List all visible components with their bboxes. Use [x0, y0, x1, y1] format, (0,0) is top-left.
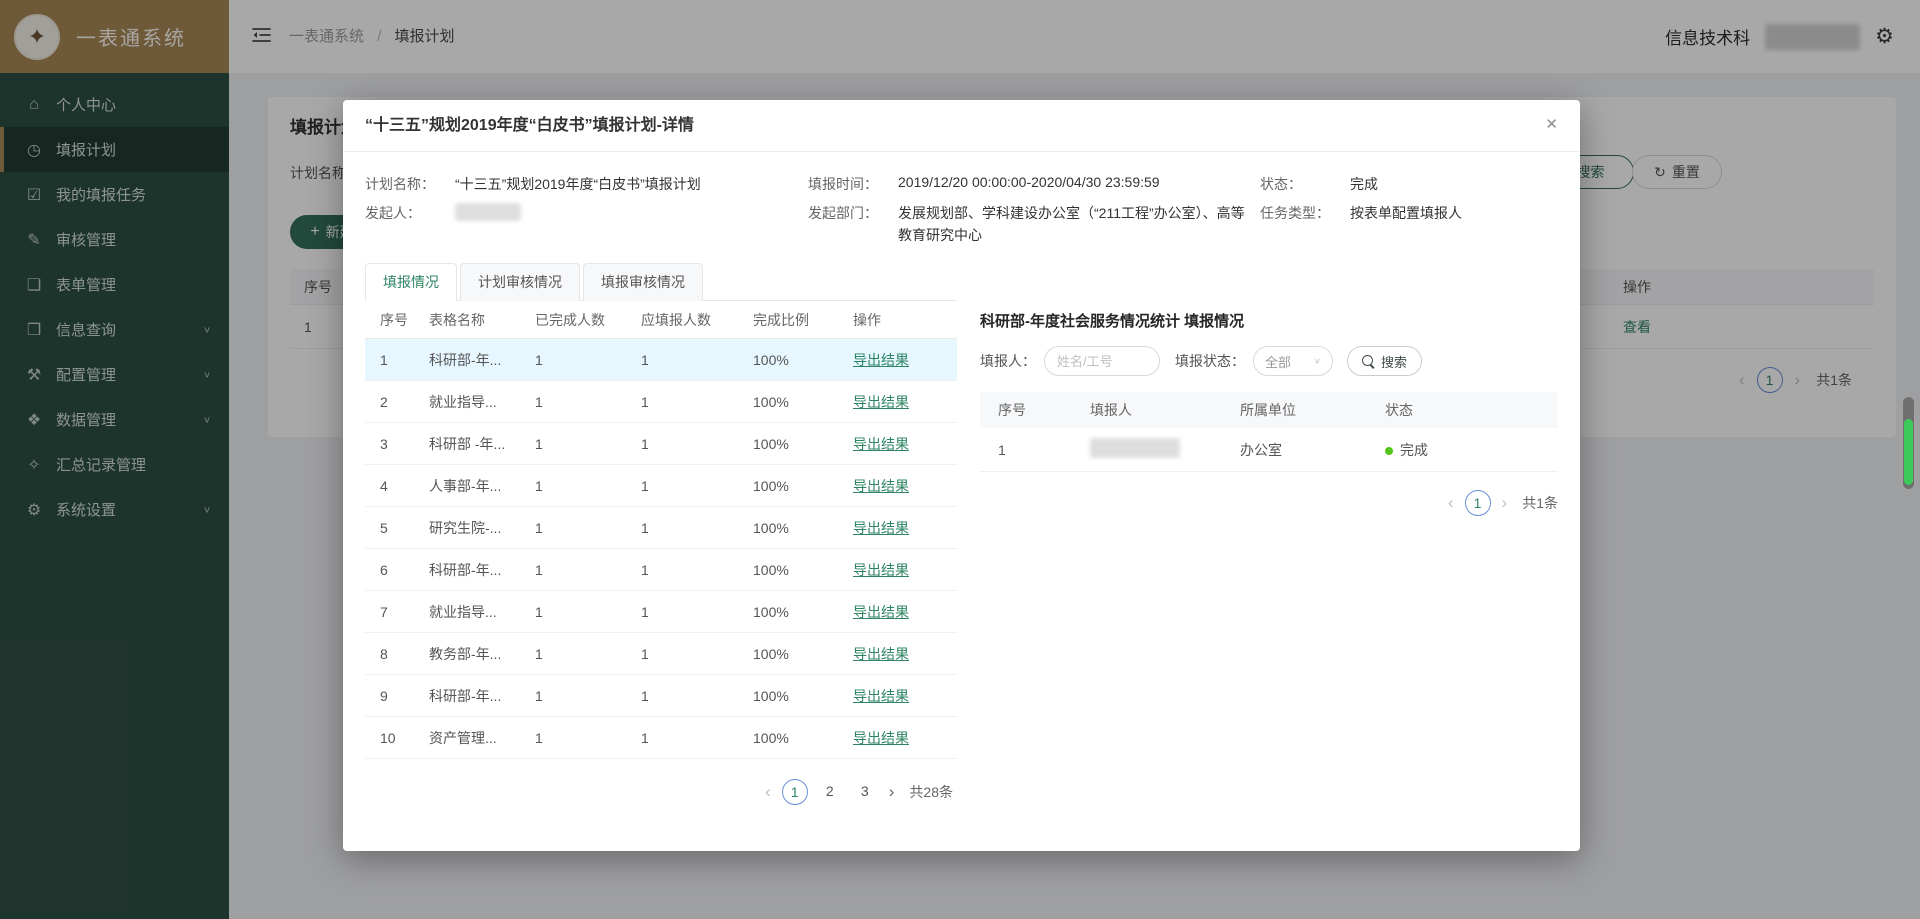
next-page-icon[interactable]: › [1500, 493, 1510, 513]
initiator-label: 发起人： [365, 203, 455, 223]
chevron-down-icon: ∨ [1314, 357, 1321, 366]
tab-filing-status[interactable]: 填报情况 [365, 263, 457, 301]
search-icon [1362, 355, 1375, 368]
time-label: 填报时间： [808, 174, 898, 194]
status-label: 状态： [1260, 174, 1350, 194]
pagination-total: 共1条 [1522, 493, 1558, 513]
教务部-年...[interactable]: 8 教务部-年... 1 1 100% 导出结果 [365, 633, 957, 675]
prev-page-icon[interactable]: ‹ [1446, 493, 1456, 513]
next-page-icon[interactable]: › [887, 782, 897, 802]
scrollbar-thumb[interactable] [1904, 419, 1913, 485]
status-value: 完成 [1350, 174, 1378, 194]
status-filter-label: 填报状态： [1175, 351, 1245, 371]
人事部-年...[interactable]: 4 人事部-年... 1 1 100% 导出结果 [365, 465, 957, 507]
modal-header: “十三五”规划2019年度“白皮书”填报计划-详情 ✕ [343, 100, 1580, 152]
科研部 -年...[interactable]: 3 科研部 -年... 1 1 100% 导出结果 [365, 423, 957, 465]
forms-table-body: 1 科研部-年... 1 1 100% 导出结果 2 就业指导... 1 1 1… [365, 339, 957, 759]
task-type-label: 任务类型： [1260, 203, 1350, 223]
forms-pagination: ‹ 1 2 3 › 共28条 [365, 779, 957, 805]
prev-page-icon[interactable]: ‹ [763, 782, 773, 802]
dept-label: 发起部门： [808, 203, 898, 223]
person-search-input[interactable] [1044, 346, 1160, 376]
科研部-年...[interactable]: 9 科研部-年... 1 1 100% 导出结果 [365, 675, 957, 717]
filling-filters: 填报人： 填报状态： 全部 ∨ 搜索 [980, 346, 1558, 376]
plan-info: 计划名称： “十三五”规划2019年度“白皮书”填报计划 发起人： 填报时间： … [365, 174, 1562, 255]
export-results-link[interactable]: 导出结果 [853, 644, 957, 664]
export-results-link[interactable]: 导出结果 [853, 686, 957, 706]
redacted-initiator [455, 203, 521, 221]
plan-detail-modal: “十三五”规划2019年度“白皮书”填报计划-详情 ✕ 计划名称： “十三五”规… [343, 100, 1580, 851]
detail-tabs: 填报情况 计划审核情况 填报审核情况 [365, 263, 957, 301]
tab-plan-review-status[interactable]: 计划审核情况 [460, 263, 580, 301]
export-results-link[interactable]: 导出结果 [853, 350, 957, 370]
status-cell: 完成 [1385, 440, 1558, 460]
redacted-person [1090, 438, 1180, 458]
就业指导...[interactable]: 7 就业指导... 1 1 100% 导出结果 [365, 591, 957, 633]
close-icon[interactable]: ✕ [1545, 115, 1558, 133]
page-scrollbar[interactable] [1902, 396, 1915, 490]
export-results-link[interactable]: 导出结果 [853, 518, 957, 538]
time-value: 2019/12/20 00:00:00-2020/04/30 23:59:59 [898, 174, 1160, 190]
panel-title: 科研部-年度社会服务情况统计 填报情况 [980, 310, 1558, 331]
科研部-年...[interactable]: 1 科研部-年... 1 1 100% 导出结果 [365, 339, 957, 381]
资产管理...[interactable]: 10 资产管理... 1 1 100% 导出结果 [365, 717, 957, 759]
task-type-value: 按表单配置填报人 [1350, 203, 1462, 223]
forms-section: 填报情况 计划审核情况 填报审核情况 序号 表格名称 已完成人数 应填报人数 完… [365, 263, 957, 805]
status-select[interactable]: 全部 ∨ [1253, 346, 1333, 376]
app-screen: ✦ 一表通系统 ⌂ 个人中心 ◷ 填报计划 ☑ [0, 0, 1920, 919]
status-dot [1385, 447, 1393, 455]
forms-table-header: 序号 表格名称 已完成人数 应填报人数 完成比例 操作 [365, 301, 957, 339]
filling-table-header: 序号 填报人 所属单位 状态 [980, 392, 1558, 428]
tab-filing-review-status[interactable]: 填报审核情况 [583, 263, 703, 301]
export-results-link[interactable]: 导出结果 [853, 602, 957, 622]
panel-search-button[interactable]: 搜索 [1347, 346, 1422, 376]
export-results-link[interactable]: 导出结果 [853, 434, 957, 454]
page-1[interactable]: 1 [1465, 490, 1491, 516]
plan-name-label: 计划名称： [365, 174, 455, 194]
科研部-年...[interactable]: 6 科研部-年... 1 1 100% 导出结果 [365, 549, 957, 591]
研究生院-...[interactable]: 5 研究生院-... 1 1 100% 导出结果 [365, 507, 957, 549]
export-results-link[interactable]: 导出结果 [853, 728, 957, 748]
filling-pagination: ‹ 1 › 共1条 [980, 490, 1558, 516]
就业指导...[interactable]: 2 就业指导... 1 1 100% 导出结果 [365, 381, 957, 423]
export-results-link[interactable]: 导出结果 [853, 560, 957, 580]
left-page-3[interactable]: 3 [852, 779, 878, 805]
filling-table-row[interactable]: 1 办公室 完成 [980, 428, 1558, 472]
pagination-total: 共28条 [909, 782, 953, 802]
form-filling-panel: 科研部-年度社会服务情况统计 填报情况 填报人： 填报状态： 全部 ∨ 搜索 序… [980, 310, 1558, 516]
left-page-2[interactable]: 2 [817, 779, 843, 805]
person-filter-label: 填报人： [980, 351, 1036, 371]
export-results-link[interactable]: 导出结果 [853, 392, 957, 412]
left-page-1[interactable]: 1 [782, 779, 808, 805]
plan-name-value: “十三五”规划2019年度“白皮书”填报计划 [455, 174, 701, 194]
modal-title: “十三五”规划2019年度“白皮书”填报计划-详情 [365, 100, 694, 152]
export-results-link[interactable]: 导出结果 [853, 476, 957, 496]
dept-value: 发展规划部、学科建设办公室（“211工程”办公室）、高等教育研究中心 [898, 203, 1246, 246]
